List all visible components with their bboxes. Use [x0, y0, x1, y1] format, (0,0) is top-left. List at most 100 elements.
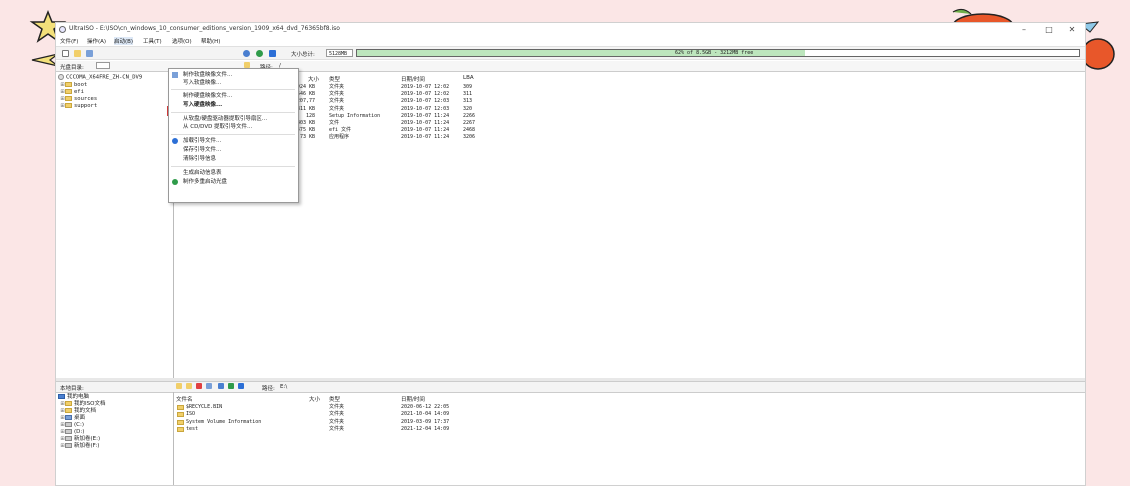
menu-tools[interactable]: 工具(T)	[143, 37, 162, 45]
toolbar: 大小总计: 5128MB 62% of 8.5GB - 3212MB free	[56, 46, 1085, 60]
title-bar: UltraISO - E:\ISO\cn_windows_10_consumer…	[56, 23, 1085, 36]
menu-item-save-boot-file[interactable]: 保存引导文件...	[183, 146, 221, 154]
column-header-size[interactable]: 大小	[309, 395, 320, 403]
cell-type: 文件夹	[329, 105, 345, 112]
local-tree-item[interactable]: ⊞ (D:)	[60, 429, 84, 436]
drive-icon	[65, 443, 72, 448]
cell-lba: 3206	[463, 134, 476, 141]
local-tree-root[interactable]: 我的电脑	[58, 394, 89, 401]
column-header-date[interactable]: 日期/时间	[401, 395, 425, 403]
menu-help[interactable]: 帮助(H)	[201, 37, 220, 45]
total-size-label: 大小总计:	[291, 52, 315, 58]
column-header-type[interactable]: 类型	[329, 75, 340, 83]
column-header-date[interactable]: 日期/时间	[401, 75, 425, 83]
cell-date: 2020-06-12 22:05	[401, 404, 450, 410]
settings-icon[interactable]	[228, 383, 234, 389]
local-file-row[interactable]: ISO 文件夹 2021-10-04 14:09	[174, 411, 494, 418]
menu-item-clear-boot-info[interactable]: 清除引导信息	[183, 155, 216, 163]
minimize-button[interactable]: –	[1013, 23, 1035, 36]
iso-tree-root[interactable]: CCCOMA_X64FRE_ZH-CN_DV9	[58, 74, 142, 81]
local-tree-item[interactable]: ⊞ (C:)	[60, 422, 84, 429]
menu-bootable[interactable]: 启动(B)	[114, 37, 134, 45]
local-file-row[interactable]: System Volume Information 文件夹 2019-03-09 1…	[174, 419, 494, 426]
new-folder-icon[interactable]	[186, 383, 192, 389]
iso-dir-combo[interactable]	[96, 62, 110, 69]
new-icon[interactable]	[62, 50, 69, 57]
virtual-drive-icon[interactable]	[269, 50, 276, 57]
cell-type: 文件夹	[329, 411, 345, 418]
folder-icon	[65, 96, 72, 101]
menu-separator	[171, 112, 295, 113]
cell-type: Setup Information	[329, 112, 381, 119]
close-button[interactable]: ✕	[1061, 23, 1083, 36]
menu-item-extract-boot-sector[interactable]: 从软盘/硬盘驱动器提取引导扇区...	[183, 115, 267, 123]
menu-item-generate-boot-table[interactable]: 生成启动信息表	[183, 169, 222, 177]
menu-separator	[171, 134, 295, 135]
local-tree-item[interactable]: ⊞ 新加卷(E:)	[60, 436, 100, 443]
save-icon[interactable]	[86, 50, 93, 57]
folder-icon	[65, 103, 72, 108]
local-tree-item[interactable]: ⊞ 我的文档	[60, 408, 96, 415]
iso-tree-item[interactable]: ⊞ boot	[60, 82, 87, 89]
cell-date: 2019-03-09 17:37	[401, 418, 450, 425]
iso-tree-item[interactable]: ⊞ support	[60, 103, 97, 110]
cell-date: 2021-12-04 14:09	[401, 426, 450, 433]
menu-item-load-boot-file[interactable]: 加载引导文件...	[183, 137, 221, 145]
local-file-list: 文件名 大小 类型 日期/时间 $RECYCLE.BIN 文件夹 2020-06-1…	[174, 392, 1085, 485]
column-header-size[interactable]: 大小	[308, 75, 319, 83]
menu-item-write-floppy-image[interactable]: 写入软盘映像...	[183, 79, 221, 87]
local-tree-item[interactable]: ⊞ 桌面	[60, 415, 85, 422]
local-tree-item[interactable]: ⊞ 我的ISO文档	[60, 401, 105, 408]
folder-icon	[177, 405, 184, 410]
local-path-label: 路径:	[262, 386, 275, 392]
column-header-lba[interactable]: LBA	[463, 75, 474, 81]
computer-icon	[58, 394, 65, 399]
drive-icon	[65, 429, 72, 434]
local-file-row[interactable]: $RECYCLE.BIN 文件夹 2020-06-12 22:05	[174, 404, 494, 411]
cell-name: test	[186, 426, 199, 433]
cell-date: 2019-10-07 12:02	[401, 84, 450, 90]
iso-tree-item[interactable]: ⊞ sources	[60, 96, 97, 103]
floppy-icon	[172, 72, 178, 78]
refresh-icon[interactable]	[206, 383, 212, 389]
maximize-button[interactable]: □	[1038, 23, 1060, 36]
column-header-name[interactable]: 文件名	[176, 395, 193, 403]
list-icon[interactable]	[238, 383, 244, 389]
iso-tree-item[interactable]: ⊞ efi	[60, 89, 84, 96]
menu-options[interactable]: 选项(O)	[172, 37, 192, 45]
cell-date: 2019-10-07 12:02	[401, 91, 450, 98]
menu-item-make-hdd-image[interactable]: 制作硬盘映像文件...	[183, 92, 232, 100]
column-header-type[interactable]: 类型	[329, 395, 340, 403]
menu-separator	[171, 166, 295, 167]
drive-icon	[65, 422, 72, 427]
menu-item-write-hdd-image[interactable]: 写入硬盘映像...	[183, 101, 222, 109]
local-file-row[interactable]: test 文件夹 2021-12-04 14:09	[174, 426, 494, 433]
cell-date: 2019-10-07 12:03	[401, 105, 450, 112]
open-icon[interactable]	[74, 50, 81, 57]
delete-icon[interactable]	[196, 383, 202, 389]
cell-date: 2019-10-07 11:24	[401, 134, 450, 141]
menu-file[interactable]: 文件(F)	[60, 37, 78, 45]
multiboot-icon	[172, 179, 178, 185]
burn-icon[interactable]	[243, 50, 250, 57]
local-tree-item[interactable]: ⊞ 新加卷(F:)	[60, 443, 99, 450]
folder-icon	[65, 401, 72, 406]
folder-icon	[177, 412, 184, 418]
cell-type: 应用程序	[329, 134, 350, 141]
cell-date: 2019-10-07 11:24	[401, 127, 450, 134]
mount-icon[interactable]	[256, 50, 263, 57]
menu-actions[interactable]: 操作(A)	[87, 37, 106, 45]
cell-name: ISO	[186, 411, 196, 418]
cell-lba: 320	[463, 105, 473, 112]
add-icon[interactable]	[176, 383, 182, 389]
menu-item-make-floppy-image[interactable]: 制作软盘映像文件...	[183, 71, 232, 79]
menu-item-extract-boot-file[interactable]: 从 CD/DVD 提取引导文件...	[183, 123, 252, 131]
view-icon[interactable]	[218, 383, 224, 389]
cell-type: 文件夹	[329, 98, 345, 105]
cell-name: System Volume Information	[186, 418, 262, 425]
local-path-value: E:\	[280, 384, 288, 390]
cell-date: 2019-10-07 11:24	[401, 120, 450, 126]
menu-item-make-multiboot-disc[interactable]: 制作多重启动光盘	[183, 178, 227, 186]
drive-icon	[65, 436, 72, 441]
cell-type: 文件夹	[329, 404, 345, 410]
